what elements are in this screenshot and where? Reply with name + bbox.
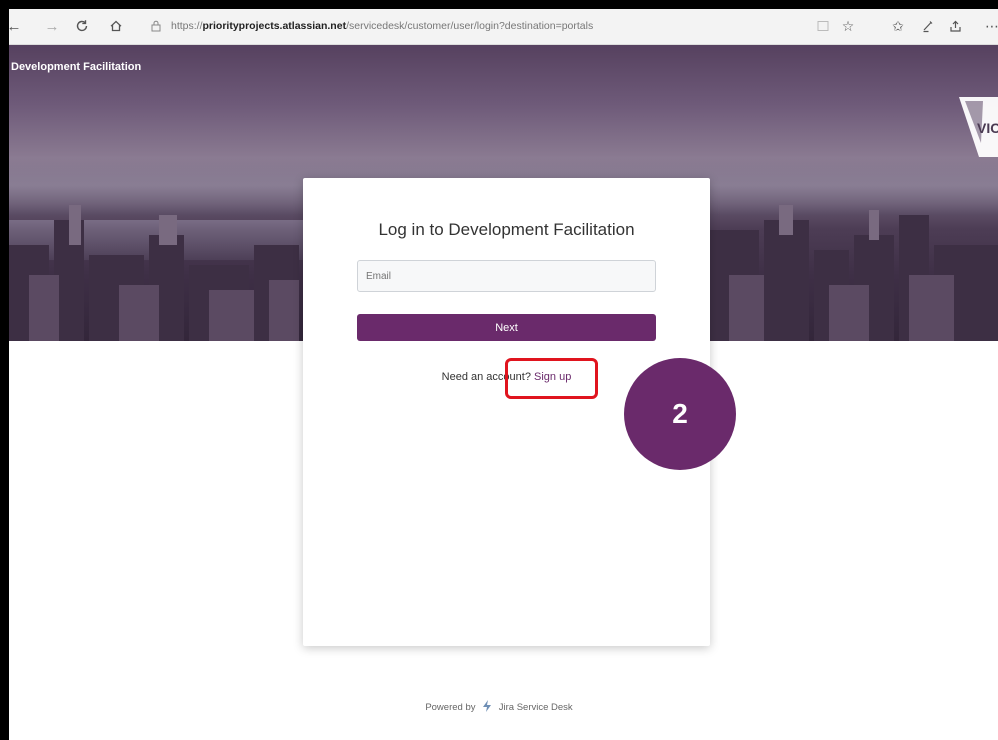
- browser-toolbar: ← → https://priorityprojects.atlassian.n…: [7, 9, 998, 45]
- signup-highlight: [505, 358, 598, 399]
- url-path: /servicedesk/customer/user/login?destina…: [346, 20, 594, 32]
- login-title: Log in to Development Facilitation: [378, 220, 635, 239]
- victoria-logo: VIC: [959, 97, 998, 157]
- forward-icon[interactable]: →: [41, 15, 63, 37]
- site-name[interactable]: Development Facilitation: [11, 61, 141, 73]
- email-field[interactable]: [357, 260, 656, 292]
- share-icon[interactable]: [945, 15, 967, 37]
- refresh-icon[interactable]: [71, 15, 93, 37]
- jira-icon: [483, 700, 492, 712]
- pen-icon[interactable]: [917, 15, 939, 37]
- reading-view-icon[interactable]: [812, 15, 834, 37]
- victoria-logo-text: VIC: [977, 120, 998, 136]
- powered-by-text: Powered by: [425, 702, 476, 713]
- screen-frame-top: [0, 0, 998, 9]
- url-prefix: https://: [171, 20, 203, 32]
- powered-by-footer: Powered by Jira Service Desk: [0, 700, 998, 713]
- favorite-icon[interactable]: ☆: [837, 15, 859, 37]
- jira-service-desk-link[interactable]: Jira Service Desk: [499, 702, 573, 713]
- favorites-bar-icon[interactable]: ✩: [887, 15, 909, 37]
- url-host: priorityprojects.atlassian.net: [202, 20, 347, 32]
- more-icon[interactable]: ⋯: [981, 15, 998, 37]
- step-badge: 2: [624, 358, 736, 470]
- home-icon[interactable]: [105, 15, 127, 37]
- back-icon[interactable]: ←: [3, 15, 25, 37]
- next-button[interactable]: Next: [357, 314, 656, 341]
- screen-frame-left: [0, 0, 9, 740]
- lock-icon: [149, 19, 163, 33]
- address-bar[interactable]: https://priorityprojects.atlassian.net/s…: [149, 14, 839, 38]
